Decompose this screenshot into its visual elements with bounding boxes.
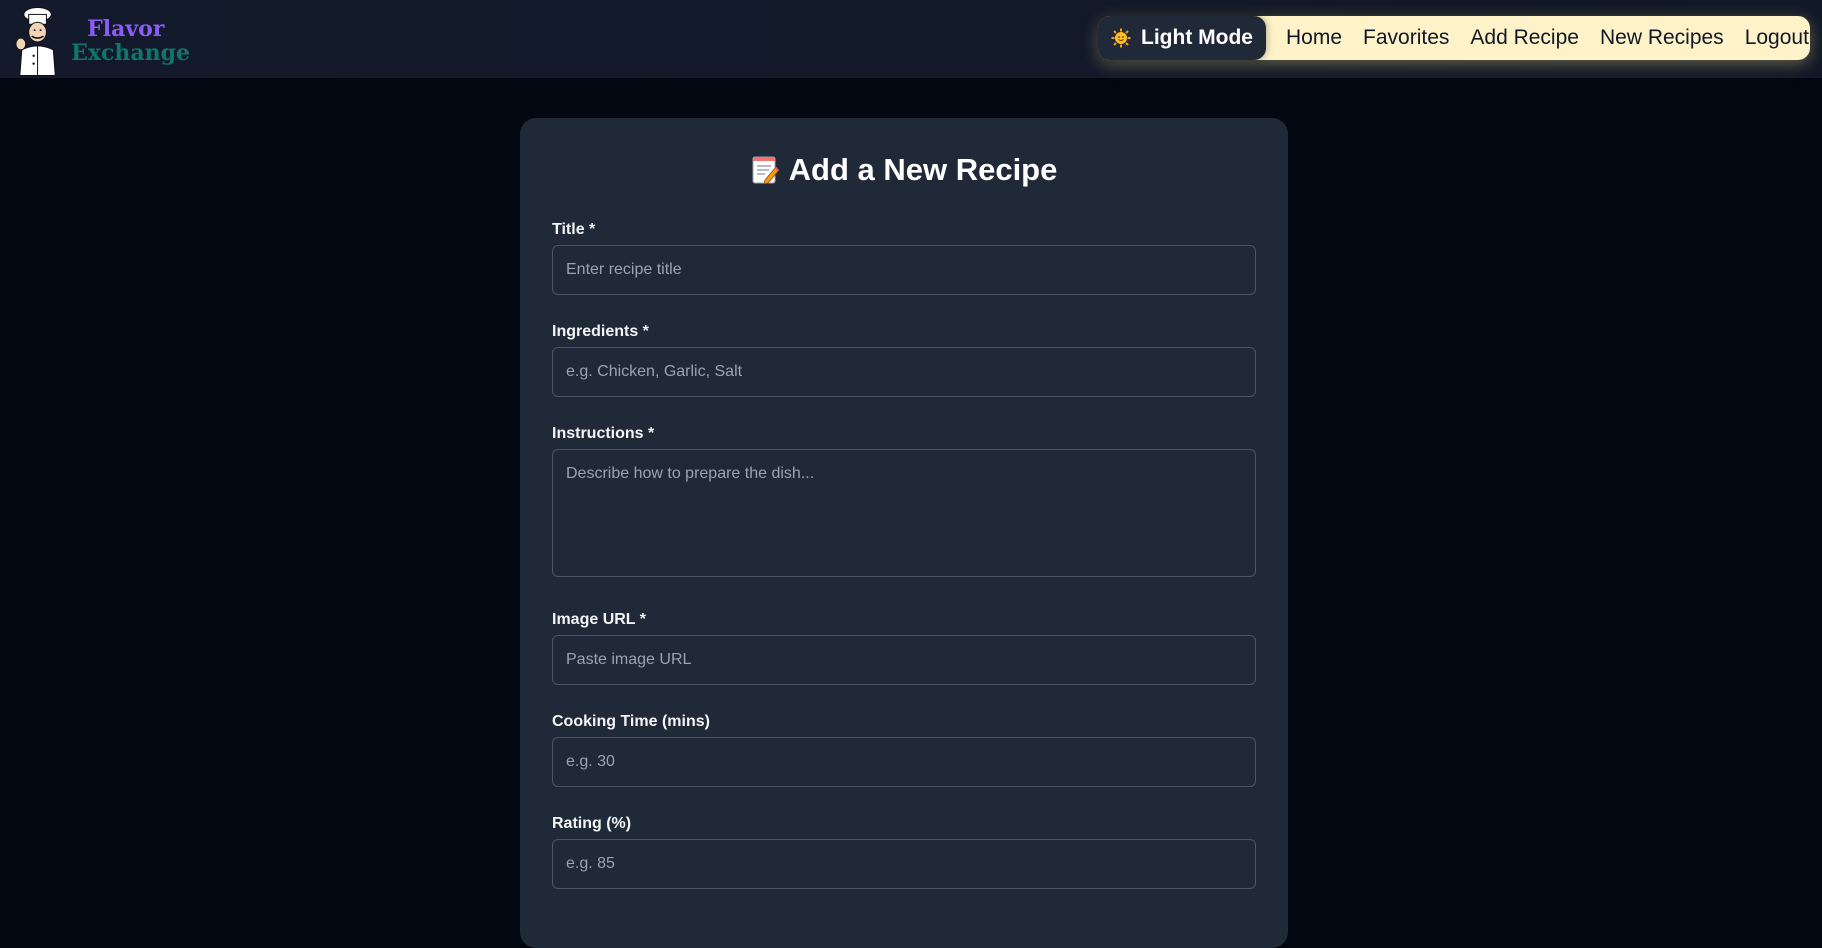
form-title: Add a New Recipe [520,148,1288,192]
sun-icon [1111,28,1131,48]
brand-logo[interactable]: Flavor Exchange [10,6,190,76]
brand-name: Flavor Exchange [71,17,190,65]
memo-icon [752,156,779,184]
image-url-input[interactable] [552,635,1256,685]
app-header: Flavor Exchange Light Mode Home Favorite… [0,0,1822,78]
brand-name-line2: Exchange [71,40,190,66]
nav-link-logout[interactable]: Logout [1745,26,1809,50]
instructions-textarea[interactable] [552,449,1256,577]
nav-link-home[interactable]: Home [1286,26,1342,50]
cooking-time-label: Cooking Time (mins) [552,713,710,730]
light-mode-label: Light Mode [1141,26,1253,49]
cooking-time-input[interactable] [552,737,1256,787]
main-nav: Light Mode Home Favorites Add Recipe New… [1098,16,1810,60]
nav-link-add-recipe[interactable]: Add Recipe [1470,26,1579,50]
ingredients-label: Ingredients * [552,323,649,340]
title-input[interactable] [552,245,1256,295]
add-recipe-form: Add a New Recipe Title * Ingredients * I… [520,118,1288,948]
instructions-label: Instructions * [552,425,655,442]
form-title-text: Add a New Recipe [788,152,1058,187]
nav-link-new-recipes[interactable]: New Recipes [1600,26,1724,50]
image-url-label: Image URL * [552,611,646,628]
title-label: Title * [552,221,596,238]
rating-label: Rating (%) [552,815,632,832]
rating-input[interactable] [552,839,1256,889]
chef-logo-icon [15,7,56,76]
brand-name-line1: Flavor [87,16,165,42]
nav-link-favorites[interactable]: Favorites [1363,26,1449,50]
ingredients-input[interactable] [552,347,1256,397]
light-mode-toggle[interactable]: Light Mode [1098,16,1266,60]
